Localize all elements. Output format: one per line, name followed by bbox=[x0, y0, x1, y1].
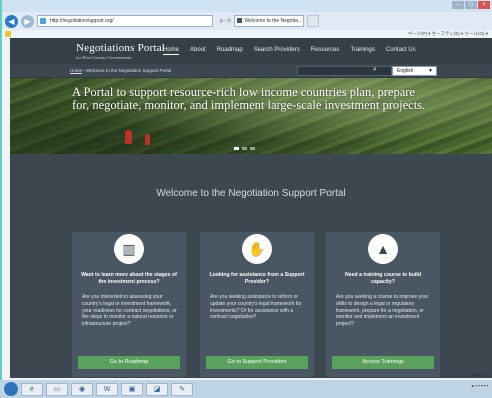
taskbar-paint-icon[interactable]: ✎ bbox=[171, 382, 193, 396]
address-row: ◀ ▶ http://negotiationsupport.org/ ρ - ↻… bbox=[2, 12, 492, 30]
main-menu: Home About Roadmap Search Providers Reso… bbox=[163, 47, 416, 55]
back-button[interactable]: ◀ bbox=[5, 14, 18, 28]
forward-button[interactable]: ▶ bbox=[21, 14, 34, 28]
system-tray[interactable]: ▴ ▪ ▪ ▪ ▪ ▪ bbox=[472, 383, 489, 389]
access-trainings-button[interactable]: Access Trainings bbox=[332, 356, 434, 369]
handshake-icon: ✋ bbox=[242, 234, 272, 264]
breadcrumb-current: Welcome to the Negotiation Support Porta… bbox=[86, 68, 172, 73]
window-controls: – □ × bbox=[452, 1, 490, 9]
command-items[interactable]: ページ(P) ▾ セーフティ(S) ▾ ツール(O) ▾ bbox=[408, 31, 488, 37]
start-button[interactable] bbox=[4, 382, 18, 396]
language-value: English bbox=[397, 68, 414, 74]
taskbar-folder-icon[interactable]: ▭ bbox=[46, 382, 68, 396]
search-icon[interactable]: ⌕ bbox=[373, 66, 377, 74]
card-group: ▥ Want to learn more about the stages of… bbox=[72, 232, 444, 377]
carousel-dot[interactable] bbox=[242, 147, 247, 150]
farmer-figure bbox=[145, 134, 150, 145]
command-bar: ページ(P) ▾ セーフティ(S) ▾ ツール(O) ▾ bbox=[2, 30, 492, 38]
url-text: http://negotiationsupport.org/ bbox=[50, 18, 114, 24]
card-title: Want to learn more about the stages of t… bbox=[81, 272, 177, 285]
nav-contact[interactable]: Contact Us bbox=[386, 47, 416, 55]
carousel-indicators bbox=[234, 147, 255, 150]
taskbar-media-icon[interactable]: ◉ bbox=[71, 382, 93, 396]
trainings-card: ▲ Need a training course to build capaci… bbox=[326, 232, 440, 377]
taskbar-app-icon[interactable]: ▣ bbox=[121, 382, 143, 396]
zoom-level[interactable]: 100% ▾ bbox=[471, 372, 486, 378]
browser-tab[interactable]: Welcome to the Negotia... bbox=[234, 15, 305, 27]
taskbar-word-icon[interactable]: W bbox=[96, 382, 118, 396]
logo-subtitle: for Host Country Governments bbox=[76, 55, 133, 60]
address-tools[interactable]: ρ - ↻ bbox=[220, 18, 231, 24]
go-to-support-providers-button[interactable]: Go to Support Providers bbox=[206, 356, 308, 369]
web-page: Negotiations Portal for Host Country Gov… bbox=[10, 38, 492, 378]
site-search-input[interactable] bbox=[297, 66, 392, 76]
roadmap-card: ▥ Want to learn more about the stages of… bbox=[72, 232, 186, 377]
map-icon: ▥ bbox=[114, 234, 144, 264]
site-logo[interactable]: Negotiations Portal for Host Country Gov… bbox=[76, 42, 165, 60]
address-bar[interactable]: http://negotiationsupport.org/ bbox=[37, 15, 213, 27]
minimize-button[interactable]: – bbox=[452, 1, 464, 9]
maximize-button[interactable]: □ bbox=[465, 1, 477, 9]
nav-about[interactable]: About bbox=[190, 47, 206, 55]
breadcrumb: Home › Welcome to the Negotiation Suppor… bbox=[70, 68, 171, 73]
nav-roadmap[interactable]: Roadmap bbox=[217, 47, 243, 55]
farmer-figure bbox=[125, 130, 132, 144]
sub-bar: Home › Welcome to the Negotiation Suppor… bbox=[10, 64, 492, 78]
card-body: Are you interested in assessing your cou… bbox=[82, 294, 177, 328]
breadcrumb-home[interactable]: Home bbox=[70, 68, 82, 73]
tab-favicon-icon bbox=[237, 18, 243, 23]
card-title: Looking for assistance from a Support Pr… bbox=[209, 272, 305, 285]
taskbar-image-icon[interactable]: ◪ bbox=[146, 382, 168, 396]
logo-title: Negotiations Portal bbox=[76, 42, 166, 54]
nav-support-providers[interactable]: Search Providers bbox=[254, 47, 300, 55]
browser-window: – □ × ◀ ▶ http://negotiationsupport.org/… bbox=[2, 0, 492, 380]
welcome-heading: Welcome to the Negotiation Support Porta… bbox=[156, 188, 346, 199]
taskbar-ie-icon[interactable]: e bbox=[21, 382, 43, 396]
language-select[interactable]: English ▼ bbox=[392, 66, 437, 76]
tab-title: Welcome to the Negotia... bbox=[244, 18, 302, 24]
title-bar: – □ × bbox=[2, 0, 492, 12]
chevron-down-icon: ▼ bbox=[428, 68, 433, 74]
hero-banner: A Portal to support resource-rich low in… bbox=[10, 78, 492, 154]
carousel-dot[interactable] bbox=[250, 147, 255, 150]
close-button[interactable]: × bbox=[478, 1, 490, 9]
card-body: Are you seeking a course to improve your… bbox=[336, 294, 429, 328]
graduation-cap-icon: ▲ bbox=[368, 234, 398, 264]
new-tab-button[interactable] bbox=[307, 15, 320, 27]
carousel-dot[interactable] bbox=[234, 147, 239, 150]
site-header: Negotiations Portal for Host Country Gov… bbox=[10, 38, 492, 64]
go-to-roadmap-button[interactable]: Go to Roadmap bbox=[78, 356, 180, 369]
nav-resources[interactable]: Resources bbox=[311, 47, 340, 55]
hero-heading: A Portal to support resource-rich low in… bbox=[72, 85, 426, 112]
nav-home[interactable]: Home bbox=[163, 47, 180, 55]
site-favicon-icon bbox=[40, 18, 46, 24]
nav-trainings[interactable]: Trainings bbox=[350, 47, 374, 55]
card-title: Need a training course to build capacity… bbox=[344, 272, 422, 285]
favorites-star-icon[interactable] bbox=[5, 31, 11, 37]
card-body: Are you seeking assistance to reform or … bbox=[210, 294, 302, 321]
taskbar: e ▭ ◉ W ▣ ◪ ✎ ▴ ▪ ▪ ▪ ▪ ▪ bbox=[0, 380, 492, 398]
support-providers-card: ✋ Looking for assistance from a Support … bbox=[200, 232, 314, 377]
